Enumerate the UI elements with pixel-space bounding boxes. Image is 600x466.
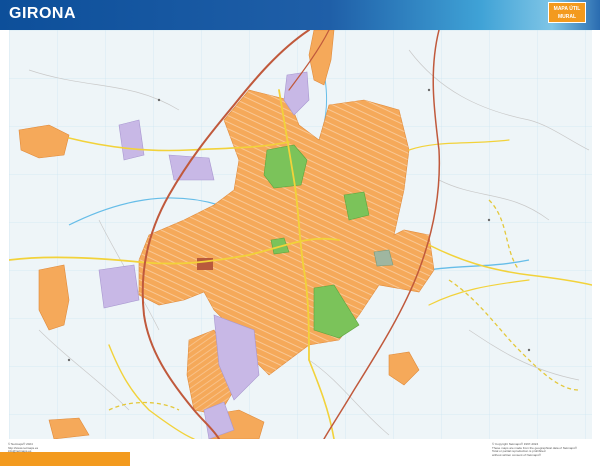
title-banner: GIRONA MAPA ÚTIL MURAL	[0, 0, 600, 30]
industrial-west-3	[98, 264, 140, 309]
city-map[interactable]	[9, 30, 592, 439]
place-dot	[527, 348, 531, 352]
mapa-util-badge: MAPA ÚTIL MURAL	[548, 2, 586, 23]
footer-accent-bar	[0, 452, 130, 466]
badge-line-1: MAPA ÚTIL	[553, 6, 581, 12]
landmark-block	[197, 258, 213, 270]
map-title: GIRONA	[9, 5, 76, 22]
footer-left-line: info@netmaps.es	[8, 449, 32, 454]
map-canvas	[9, 30, 592, 439]
footer-credits: © Netmaps® 2024 http://www.netmaps.es in…	[8, 442, 38, 454]
place-dot	[487, 218, 491, 222]
place-dot	[427, 88, 431, 92]
footer-right-line: without written consent of Netmaps®	[492, 452, 541, 457]
badge-line-2: MURAL	[557, 14, 577, 20]
place-dot	[157, 98, 161, 102]
map-poster: GIRONA MAPA ÚTIL MURAL © Netmaps® 2024 h…	[0, 0, 600, 466]
footer-copyright: © Copyright Netmaps® 1997-2024 These map…	[492, 442, 592, 457]
place-dot	[67, 358, 71, 362]
